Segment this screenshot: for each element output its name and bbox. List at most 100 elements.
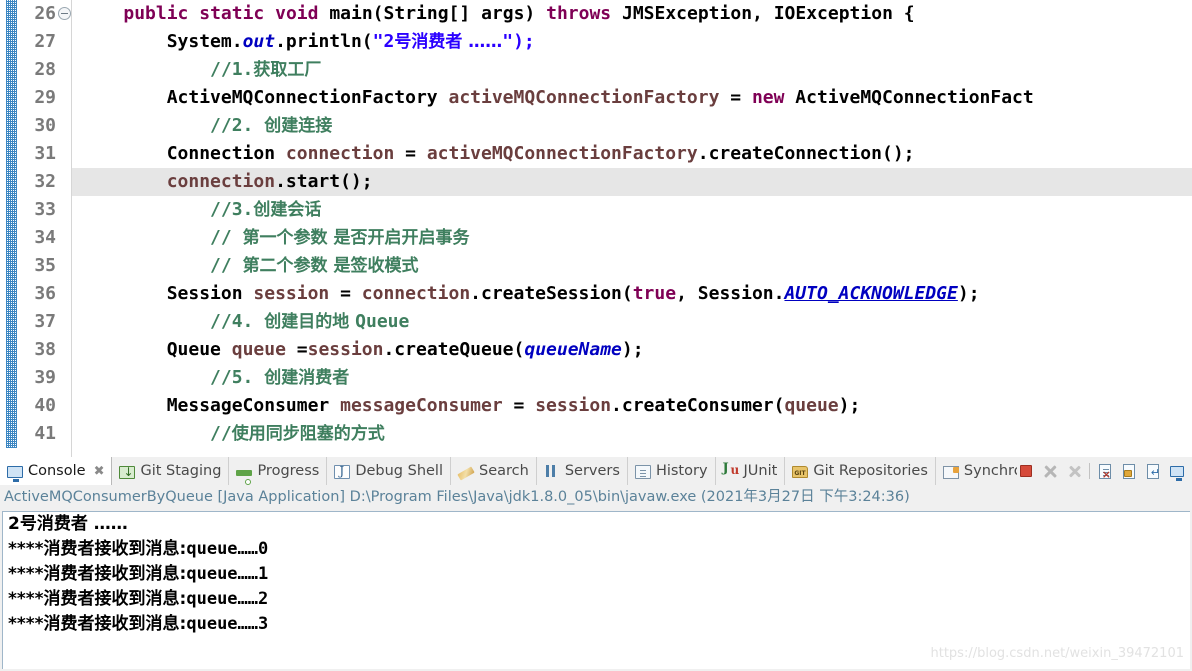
line-number: 34 bbox=[34, 227, 56, 248]
code-editor[interactable]: 26 public static void main(String[] args… bbox=[0, 0, 1192, 457]
tab-label: Servers bbox=[564, 462, 620, 479]
pin-console-button[interactable] bbox=[1147, 463, 1160, 479]
code-token: main bbox=[329, 3, 373, 24]
tab-label: Git Repositories bbox=[813, 462, 928, 479]
code-text: public static void main(String[] args) t… bbox=[80, 0, 915, 28]
code-text: //1.获取工厂 bbox=[80, 56, 321, 84]
tab-console[interactable]: Console ✖ bbox=[0, 457, 113, 485]
code-token: ); bbox=[621, 339, 644, 360]
code-token: 获取工厂 bbox=[253, 60, 322, 80]
code-line-26[interactable]: 26 public static void main(String[] args… bbox=[0, 0, 1192, 28]
code-token: // bbox=[210, 227, 243, 248]
tab-servers[interactable]: Servers bbox=[537, 457, 628, 485]
code-token: args bbox=[481, 3, 525, 24]
tab-git-repositories[interactable]: Git Repositories bbox=[785, 457, 936, 485]
remove-launch-button bbox=[1041, 462, 1059, 480]
code-token: System bbox=[166, 31, 232, 52]
code-line-34[interactable]: 34 // 第一个参数 是否开启开启事务 bbox=[0, 224, 1192, 252]
line-number: 26 bbox=[34, 3, 56, 24]
code-token: . bbox=[773, 283, 785, 304]
code-token: JMSException, IOException { bbox=[621, 3, 915, 24]
code-line-29[interactable]: 29 ActiveMQConnectionFactory activeMQCon… bbox=[0, 84, 1192, 112]
code-token: session bbox=[253, 283, 330, 304]
tab-junit[interactable]: JUnit bbox=[716, 457, 786, 485]
code-line-27[interactable]: 27 System.out.println("2号消费者 ……"); bbox=[0, 28, 1192, 56]
code-text: Connection connection = activeMQConnecti… bbox=[80, 140, 915, 168]
editor-line-list: 26 public static void main(String[] args… bbox=[0, 0, 1192, 448]
code-line-30[interactable]: 30 //2. 创建连接 bbox=[0, 112, 1192, 140]
console-output-line: ****消费者接收到消息:queue……3 bbox=[3, 612, 1190, 637]
tab-git-staging[interactable]: Git Staging bbox=[112, 457, 230, 485]
console-toolbar[interactable] bbox=[1017, 457, 1190, 485]
code-line-33[interactable]: 33 //3.创建会话 bbox=[0, 196, 1192, 224]
fold-collapse-icon[interactable] bbox=[58, 7, 71, 20]
code-line-35[interactable]: 35 // 第二个参数 是签收模式 bbox=[0, 252, 1192, 280]
code-token: connection bbox=[285, 143, 395, 164]
tab-progress[interactable]: Progress bbox=[229, 457, 328, 485]
code-line-28[interactable]: 28 //1.获取工厂 bbox=[0, 56, 1192, 84]
code-token: connection bbox=[166, 171, 276, 192]
code-token: .createConsumer( bbox=[611, 395, 785, 416]
line-number: 28 bbox=[34, 59, 56, 80]
code-line-40[interactable]: 40 MessageConsumer messageConsumer = ses… bbox=[0, 392, 1192, 420]
code-line-31[interactable]: 31 Connection connection = activeMQConne… bbox=[0, 140, 1192, 168]
tab-debug-shell[interactable]: Debug Shell bbox=[327, 457, 451, 485]
remove-all-terminated-button bbox=[1065, 462, 1083, 480]
tab-history[interactable]: History bbox=[628, 457, 716, 485]
output-text-cjk: ****消费者接收到消息: bbox=[8, 564, 187, 584]
code-token: .start(); bbox=[275, 171, 373, 192]
code-text: // 第二个参数 是签收模式 bbox=[80, 252, 418, 280]
code-line-41[interactable]: 41 //使用同步阻塞的方式 bbox=[0, 420, 1192, 448]
line-number: 38 bbox=[34, 339, 56, 360]
synchronize-icon bbox=[942, 465, 959, 479]
line-number: 32 bbox=[34, 171, 56, 192]
code-line-36[interactable]: 36 Session session = connection.createSe… bbox=[0, 280, 1192, 308]
code-token: //5. bbox=[210, 367, 265, 388]
code-line-37[interactable]: 37 //4. 创建目的地 Queue bbox=[0, 308, 1192, 336]
code-token: 创建消费者 bbox=[264, 368, 350, 388]
line-number: 33 bbox=[34, 199, 56, 220]
junit-icon bbox=[723, 461, 740, 479]
code-line-38[interactable]: 38 Queue queue =session.createQueue(queu… bbox=[0, 336, 1192, 364]
code-text: Session session = connection.createSessi… bbox=[80, 280, 980, 308]
code-token: [] bbox=[448, 3, 482, 24]
view-tab-bar[interactable]: Console ✖ Git Staging Progress Debug Shell Se… bbox=[0, 457, 1192, 485]
tab-label: Console bbox=[28, 462, 86, 479]
code-token: //1. bbox=[210, 59, 254, 80]
output-text-cjk: ****消费者接收到消息: bbox=[8, 589, 187, 609]
console-icon bbox=[7, 465, 23, 482]
code-text: Queue queue =session.createQueue(queueNa… bbox=[80, 336, 644, 364]
code-token: 使用同步阻塞的方式 bbox=[231, 424, 385, 444]
code-token: Session bbox=[697, 283, 774, 304]
display-selected-console-button[interactable] bbox=[1170, 465, 1184, 481]
code-line-32[interactable]: 32 connection.start(); bbox=[0, 168, 1192, 196]
scroll-lock-button[interactable] bbox=[1123, 463, 1135, 479]
code-text: //3.创建会话 bbox=[80, 196, 321, 224]
tab-search[interactable]: Search bbox=[451, 457, 537, 485]
code-token: // bbox=[210, 255, 243, 276]
code-text: //使用同步阻塞的方式 bbox=[80, 420, 385, 448]
line-number: 36 bbox=[34, 283, 56, 304]
output-text-ascii: queue……2 bbox=[186, 589, 269, 609]
terminate-button[interactable] bbox=[1020, 465, 1032, 477]
line-number: 41 bbox=[34, 423, 56, 444]
code-line-39[interactable]: 39 //5. 创建消费者 bbox=[0, 364, 1192, 392]
separator bbox=[1089, 463, 1090, 479]
clear-console-button[interactable] bbox=[1099, 463, 1111, 481]
code-text: ActiveMQConnectionFactory activeMQConnec… bbox=[80, 84, 1034, 112]
code-token: AUTO_ACKNOWLEDGE bbox=[784, 283, 958, 304]
close-icon[interactable]: ✖ bbox=[94, 464, 105, 479]
code-token: new bbox=[751, 87, 785, 108]
